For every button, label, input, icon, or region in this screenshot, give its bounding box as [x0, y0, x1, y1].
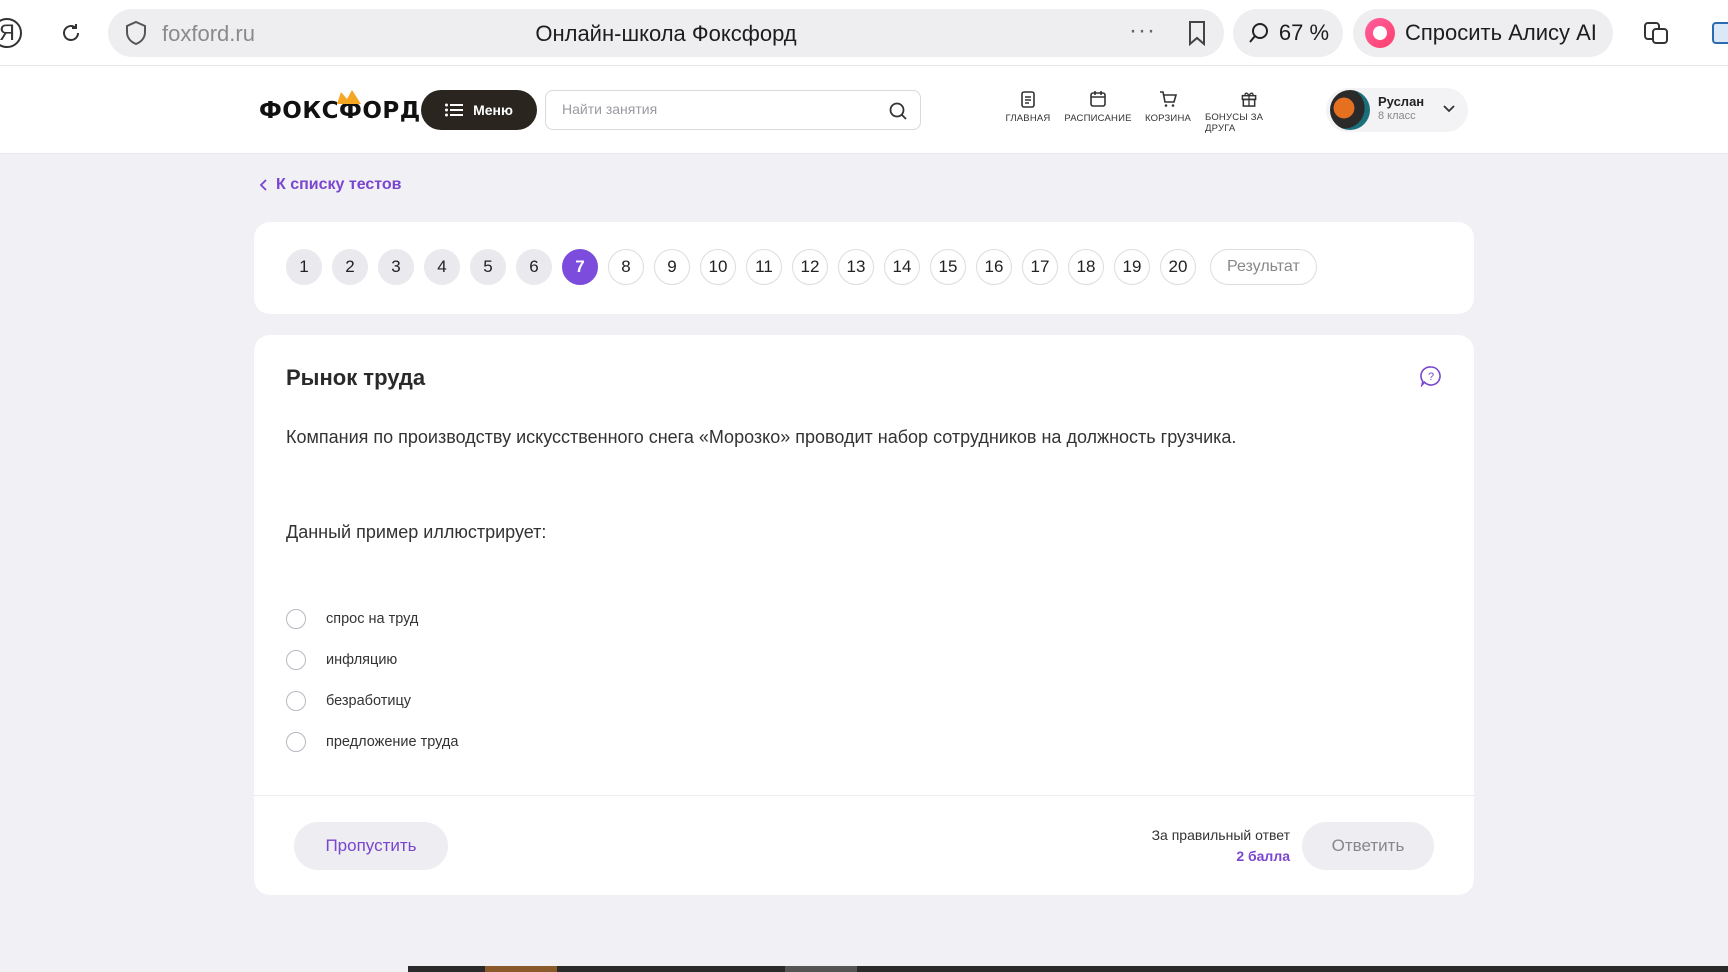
bookmark-icon[interactable] [1186, 20, 1208, 46]
calendar-icon [1090, 91, 1106, 107]
nav-home-label: ГЛАВНАЯ [1005, 113, 1051, 124]
page-button-3[interactable]: 3 [378, 249, 414, 285]
page-button-11[interactable]: 11 [746, 249, 782, 285]
reload-button[interactable] [50, 12, 92, 54]
taskbar-segment [408, 966, 1728, 972]
browser-page-title: Онлайн-школа Фоксфорд [535, 21, 797, 46]
address-bar[interactable]: foxford.ru Онлайн-школа Фоксфорд ··· [108, 9, 1224, 57]
page-button-19[interactable]: 19 [1114, 249, 1150, 285]
translate-button[interactable] [1635, 12, 1677, 54]
fox-ears-icon [337, 90, 361, 104]
question-title: Рынок труда [286, 365, 426, 390]
question-prompt: Данный пример иллюстрирует: [286, 522, 547, 542]
page-button-20[interactable]: 20 [1160, 249, 1196, 285]
alice-icon [1365, 18, 1395, 48]
page-button-16[interactable]: 16 [976, 249, 1012, 285]
nav-schedule[interactable]: РАСПИСАНИЕ [1064, 90, 1132, 134]
yandex-logo-icon: Я [0, 18, 22, 48]
question-pager-card: 1 2 3 4 5 6 7 8 9 10 11 12 13 14 15 16 17 18 19 20 Результат [254, 222, 1474, 314]
chevron-down-icon[interactable] [1442, 102, 1456, 116]
answer-option-label: инфляцию [326, 651, 398, 668]
radio-button[interactable] [286, 690, 306, 711]
answer-option[interactable]: безработицу [286, 680, 458, 721]
yandex-home-button[interactable]: Я [0, 12, 28, 54]
answer-option-label: предложение труда [326, 733, 459, 750]
skip-button[interactable]: Пропустить [294, 822, 448, 870]
taskbar-segment-alt [785, 966, 857, 972]
page-button-4[interactable]: 4 [424, 249, 460, 285]
nav-cart-label: КОРЗИНА [1144, 113, 1192, 124]
answer-option-label: спрос на труд [326, 610, 419, 627]
avatar [1330, 90, 1370, 130]
gift-icon [1241, 92, 1257, 107]
help-icon[interactable]: ? [1420, 365, 1442, 387]
svg-text:?: ? [1428, 371, 1434, 383]
user-name: Руслан [1378, 94, 1425, 109]
page-button-13[interactable]: 13 [838, 249, 874, 285]
chevron-left-icon [259, 179, 267, 191]
magnifier-icon [1249, 23, 1268, 43]
page-button-5[interactable]: 5 [470, 249, 506, 285]
answer-option-label: безработицу [326, 692, 412, 709]
more-icon[interactable]: ··· [1129, 17, 1156, 45]
question-pager: 1 2 3 4 5 6 7 8 9 10 11 12 13 14 15 16 17 18 19 20 Результат [286, 249, 1317, 285]
page-button-14[interactable]: 14 [884, 249, 920, 285]
hamburger-icon [445, 103, 464, 117]
alice-label: Спросить Алису AI [1405, 20, 1597, 45]
answer-option[interactable]: спрос на труд [286, 598, 458, 639]
page-button-9[interactable]: 9 [654, 249, 690, 285]
question-card: Рынок труда ? Компания по производству и… [254, 335, 1474, 895]
menu-button[interactable]: Меню [421, 90, 537, 130]
points-label: За правильный ответ [1151, 827, 1290, 843]
result-button[interactable]: Результат [1210, 249, 1317, 285]
nav-home[interactable]: ГЛАВНАЯ [1006, 90, 1050, 134]
nav-bonuses-label: БОНУСЫ ЗА ДРУГА [1205, 112, 1264, 134]
translate-icon [1644, 22, 1668, 44]
divider [254, 795, 1474, 796]
points-value: 2 балла [1236, 848, 1290, 864]
page-button-12[interactable]: 12 [792, 249, 828, 285]
radio-button[interactable] [286, 608, 306, 629]
nav-cart[interactable]: КОРЗИНА [1144, 90, 1192, 134]
page-button-1[interactable]: 1 [286, 249, 322, 285]
back-to-tests-link[interactable]: К списку тестов [258, 176, 402, 194]
taskbar-segment-active [485, 966, 557, 972]
radio-button[interactable] [286, 731, 306, 752]
search-icon[interactable] [888, 101, 908, 121]
page-button-17[interactable]: 17 [1022, 249, 1058, 285]
nav-bonuses[interactable]: БОНУСЫ ЗА ДРУГА [1205, 90, 1293, 134]
answer-options: спрос на труд инфляцию безработицу предложе… [286, 598, 458, 762]
radio-button[interactable] [286, 649, 306, 670]
extension-icon [1712, 22, 1728, 44]
nav-schedule-label: РАСПИСАНИЕ [1064, 113, 1132, 124]
page-button-18[interactable]: 18 [1068, 249, 1104, 285]
browser-toolbar: Я foxford.ru Онлайн-школа Фоксфорд ··· 6… [0, 0, 1728, 66]
user-grade: 8 класс [1378, 110, 1416, 122]
reload-icon [63, 24, 79, 41]
page-button-15[interactable]: 15 [930, 249, 966, 285]
page-button-8[interactable]: 8 [608, 249, 644, 285]
cart-icon [1160, 91, 1177, 107]
back-link-label: К списку тестов [276, 176, 402, 193]
page-button-6[interactable]: 6 [516, 249, 552, 285]
zoom-level: 67 % [1278, 20, 1330, 45]
menu-label: Меню [473, 102, 513, 118]
extension-button[interactable] [1702, 12, 1728, 54]
site-header: ФОКСФОРД Меню ГЛАВНАЯ РАСПИСАНИЕ КОРЗИНА… [0, 66, 1728, 154]
page-button-2[interactable]: 2 [332, 249, 368, 285]
answer-button[interactable]: Ответить [1302, 822, 1434, 870]
zoom-button[interactable]: 67 % [1233, 9, 1343, 57]
user-menu[interactable]: Руслан 8 класс [1326, 88, 1468, 132]
question-text: Компания по производству искусственного … [286, 427, 1237, 447]
search-input[interactable] [562, 101, 862, 117]
search-field[interactable] [545, 90, 921, 130]
clipboard-icon [1021, 91, 1035, 108]
page-button-10[interactable]: 10 [700, 249, 736, 285]
page-button-7[interactable]: 7 [562, 249, 598, 285]
answer-option[interactable]: инфляцию [286, 639, 458, 680]
ask-alice-button[interactable]: Спросить Алису AI [1353, 9, 1613, 57]
points-info: За правильный ответ 2 балла [1152, 825, 1290, 867]
taskbar-strip [0, 964, 1728, 972]
answer-option[interactable]: предложение труда [286, 721, 458, 762]
